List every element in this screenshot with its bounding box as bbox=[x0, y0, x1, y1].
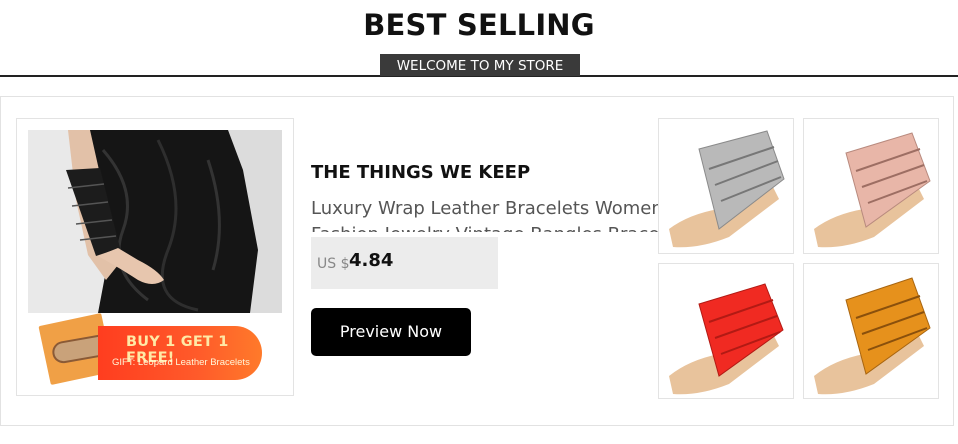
price-currency: US $ bbox=[317, 256, 350, 272]
price-box: US $ 4.84 bbox=[311, 237, 498, 289]
product-title-line-1: Luxury Wrap Leather Bracelets Women bbox=[311, 198, 663, 219]
thumbnail-pink[interactable] bbox=[803, 118, 939, 254]
bracelet-orange-image bbox=[804, 264, 938, 398]
bracelet-red-image bbox=[659, 264, 793, 398]
thumbnail-silver[interactable] bbox=[658, 118, 794, 254]
collection-name: THE THINGS WE KEEP bbox=[311, 162, 531, 183]
thumbnail-orange[interactable] bbox=[803, 263, 939, 399]
product-title-line-2: Fashion Jewelry Vintage Bangles Bracelet bbox=[311, 222, 663, 232]
main-product-image[interactable] bbox=[28, 130, 282, 313]
thumbnail-red[interactable] bbox=[658, 263, 794, 399]
promo-banner[interactable]: BUY 1 GET 1 FREE! GIFT: Leopard Leather … bbox=[38, 313, 262, 385]
bracelet-pink-image bbox=[804, 119, 938, 253]
model-wearing-bracelet-image bbox=[28, 130, 282, 313]
price-value: 4.84 bbox=[349, 250, 394, 271]
page-title: BEST SELLING bbox=[363, 8, 595, 42]
bracelet-silver-image bbox=[659, 119, 793, 253]
promo-detail: GIFT: Leopard Leather Bracelets bbox=[112, 357, 250, 368]
preview-now-button[interactable]: Preview Now bbox=[311, 308, 471, 356]
welcome-banner: WELCOME TO MY STORE bbox=[380, 54, 580, 76]
product-title[interactable]: Luxury Wrap Leather Bracelets Women Fash… bbox=[311, 196, 663, 232]
